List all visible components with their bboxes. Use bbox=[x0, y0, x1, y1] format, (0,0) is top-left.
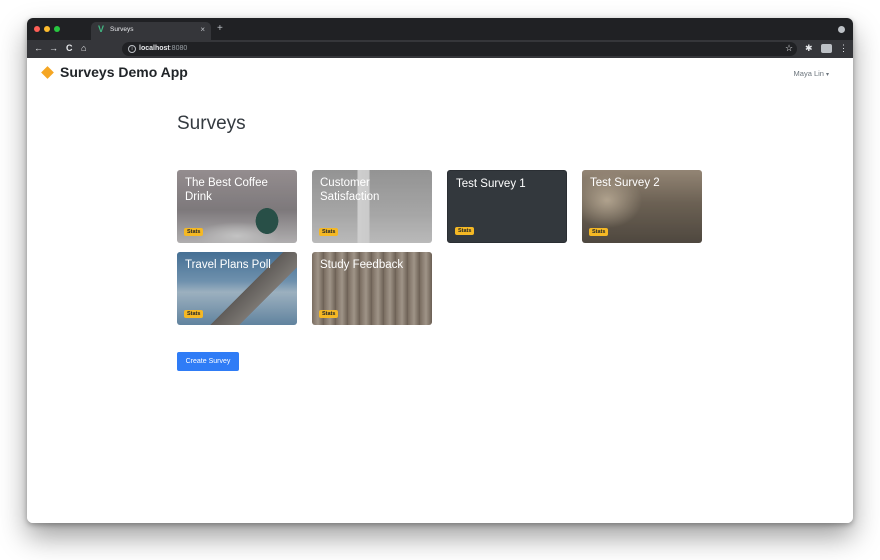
vue-logo-icon: V bbox=[98, 24, 105, 34]
survey-card-title: Test Survey 2 bbox=[590, 177, 660, 189]
home-icon[interactable]: ⌂ bbox=[81, 43, 86, 53]
stats-badge[interactable]: Stats bbox=[589, 228, 609, 236]
survey-card[interactable]: The Best Coffee Drink Stats bbox=[177, 170, 297, 243]
brand-title: Surveys Demo App bbox=[60, 64, 188, 80]
create-survey-button[interactable]: Create Survey bbox=[177, 352, 239, 371]
tab-close-icon[interactable]: × bbox=[200, 25, 205, 34]
extensions-icon[interactable]: ✱ bbox=[805, 43, 813, 54]
maximize-window-dot[interactable] bbox=[54, 26, 60, 32]
survey-card-title: Customer Satisfaction bbox=[320, 177, 380, 203]
survey-card[interactable]: Travel Plans Poll Stats bbox=[177, 252, 297, 325]
survey-card-title: The Best Coffee Drink bbox=[185, 177, 268, 203]
minimize-window-dot[interactable] bbox=[44, 26, 50, 32]
diamond-logo-icon bbox=[41, 65, 54, 79]
address-bar[interactable]: i localhost:8080 bbox=[122, 42, 797, 56]
forward-arrow-icon[interactable]: → bbox=[49, 43, 58, 53]
survey-card-title: Travel Plans Poll bbox=[185, 259, 271, 271]
survey-card[interactable]: Study Feedback Stats bbox=[312, 252, 432, 325]
site-info-icon[interactable]: i bbox=[128, 45, 136, 53]
survey-card-title: Study Feedback bbox=[320, 259, 404, 271]
profile-icon[interactable] bbox=[838, 26, 845, 33]
back-arrow-icon[interactable]: ← bbox=[34, 43, 43, 53]
stats-badge[interactable]: Stats bbox=[184, 228, 204, 236]
page-title: Surveys bbox=[177, 112, 246, 134]
close-window-dot[interactable] bbox=[34, 26, 40, 32]
url-text: localhost:8080 bbox=[139, 45, 188, 52]
survey-card[interactable]: Customer Satisfaction Stats bbox=[312, 170, 432, 243]
survey-card[interactable]: Test Survey 2 Stats bbox=[582, 170, 702, 243]
stats-badge[interactable]: Stats bbox=[319, 310, 339, 318]
stats-badge[interactable]: Stats bbox=[319, 228, 339, 236]
new-tab-icon[interactable]: + bbox=[217, 23, 223, 34]
stats-badge[interactable]: Stats bbox=[184, 310, 204, 318]
caret-down-icon: ▾ bbox=[825, 72, 829, 78]
extension-icon[interactable] bbox=[821, 44, 832, 53]
browser-window: V Surveys × + ← → C ⌂ i localhost:8080 ☆… bbox=[27, 18, 853, 523]
user-name: Maya Lin bbox=[793, 69, 824, 78]
bookmark-star-icon[interactable]: ☆ bbox=[785, 43, 793, 54]
stats-badge[interactable]: Stats bbox=[455, 227, 475, 235]
browser-toolbar: ← → C ⌂ i localhost:8080 ☆ ✱ ⋮ bbox=[27, 40, 853, 58]
reload-icon[interactable]: C bbox=[66, 43, 73, 53]
navbar-brand[interactable]: Surveys Demo App bbox=[41, 64, 188, 80]
browser-tab[interactable]: V Surveys × bbox=[91, 22, 211, 40]
survey-card-title: Test Survey 1 bbox=[456, 178, 526, 190]
survey-card[interactable]: Test Survey 1 Stats bbox=[447, 170, 567, 243]
tab-strip: V Surveys × + bbox=[27, 18, 853, 40]
page-content: Surveys Demo App Maya Lin ▾ Surveys The B… bbox=[27, 58, 853, 523]
tab-title: Surveys bbox=[110, 26, 134, 33]
user-menu-dropdown[interactable]: Maya Lin ▾ bbox=[794, 69, 829, 78]
menu-dots-icon[interactable]: ⋮ bbox=[839, 43, 848, 54]
